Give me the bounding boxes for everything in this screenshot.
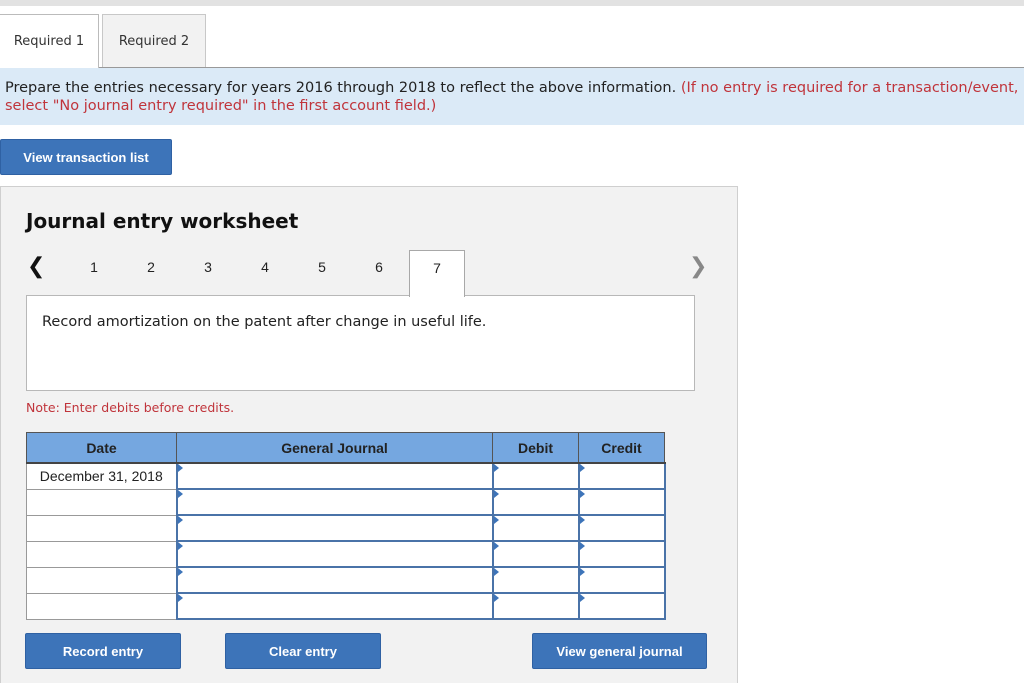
- step-6[interactable]: 6: [369, 259, 389, 275]
- input-marker-icon: [579, 516, 585, 524]
- credit-field[interactable]: [577, 514, 666, 542]
- journal-table: Date General Journal Debit Credit Decemb…: [26, 432, 666, 620]
- date-cell[interactable]: [26, 488, 177, 516]
- dropdown-marker-icon: [177, 490, 183, 498]
- instructions-banner: Prepare the entries necessary for years …: [0, 68, 1024, 125]
- header-debit: Debit: [492, 432, 579, 464]
- header-general-journal: General Journal: [176, 432, 493, 464]
- table-row: [26, 566, 666, 594]
- date-cell[interactable]: [26, 592, 177, 620]
- step-3[interactable]: 3: [198, 259, 218, 275]
- debit-field[interactable]: [491, 514, 580, 542]
- input-marker-icon: [493, 594, 499, 602]
- account-field[interactable]: [175, 566, 494, 594]
- step-4[interactable]: 4: [255, 259, 275, 275]
- tab-required-1[interactable]: Required 1: [0, 14, 99, 68]
- step-description: Record amortization on the patent after …: [26, 295, 695, 391]
- header-date: Date: [26, 432, 177, 464]
- step-7-active[interactable]: 7: [409, 250, 465, 297]
- previous-step-chevron-icon[interactable]: ❮: [27, 254, 45, 279]
- input-marker-icon: [493, 516, 499, 524]
- clear-entry-button[interactable]: Clear entry: [225, 633, 381, 669]
- dropdown-marker-icon: [177, 542, 183, 550]
- date-cell[interactable]: December 31, 2018: [26, 462, 177, 490]
- dropdown-marker-icon: [177, 516, 183, 524]
- account-field[interactable]: [175, 592, 494, 620]
- credit-field[interactable]: [577, 488, 666, 516]
- input-marker-icon: [579, 594, 585, 602]
- step-2[interactable]: 2: [141, 259, 161, 275]
- table-row: December 31, 2018: [26, 462, 666, 490]
- input-marker-icon: [579, 464, 585, 472]
- worksheet-title: Journal entry worksheet: [26, 209, 299, 233]
- next-step-chevron-icon[interactable]: ❯: [689, 254, 707, 279]
- debit-field[interactable]: [491, 488, 580, 516]
- top-bar: [0, 0, 1024, 6]
- input-marker-icon: [493, 490, 499, 498]
- header-credit: Credit: [578, 432, 665, 464]
- step-1[interactable]: 1: [84, 259, 104, 275]
- date-cell[interactable]: [26, 566, 177, 594]
- account-field[interactable]: [175, 540, 494, 568]
- debits-credits-note: Note: Enter debits before credits.: [26, 400, 235, 415]
- table-row: [26, 514, 666, 542]
- credit-field[interactable]: [577, 462, 666, 490]
- account-field[interactable]: [175, 462, 494, 490]
- instructions-text: Prepare the entries necessary for years …: [5, 80, 677, 96]
- input-marker-icon: [493, 568, 499, 576]
- debit-field[interactable]: [491, 462, 580, 490]
- table-row: [26, 592, 666, 620]
- dropdown-marker-icon: [177, 594, 183, 602]
- credit-field[interactable]: [577, 540, 666, 568]
- journal-table-header: Date General Journal Debit Credit: [26, 432, 665, 464]
- account-field[interactable]: [175, 488, 494, 516]
- step-5[interactable]: 5: [312, 259, 332, 275]
- record-entry-button[interactable]: Record entry: [25, 633, 181, 669]
- debit-field[interactable]: [491, 592, 580, 620]
- tab-required-2[interactable]: Required 2: [102, 14, 206, 67]
- input-marker-icon: [579, 490, 585, 498]
- journal-entry-worksheet-panel: Journal entry worksheet ❮ 1 2 3 4 5 6 7 …: [0, 186, 738, 683]
- view-transaction-list-button[interactable]: View transaction list: [0, 139, 172, 175]
- date-cell[interactable]: [26, 514, 177, 542]
- account-field[interactable]: [175, 514, 494, 542]
- date-cell[interactable]: [26, 540, 177, 568]
- view-general-journal-button[interactable]: View general journal: [532, 633, 707, 669]
- credit-field[interactable]: [577, 592, 666, 620]
- credit-field[interactable]: [577, 566, 666, 594]
- step-description-text: Record amortization on the patent after …: [42, 314, 487, 330]
- input-marker-icon: [579, 568, 585, 576]
- debit-field[interactable]: [491, 540, 580, 568]
- dropdown-marker-icon: [177, 568, 183, 576]
- debit-field[interactable]: [491, 566, 580, 594]
- input-marker-icon: [579, 542, 585, 550]
- table-row: [26, 488, 666, 516]
- table-row: [26, 540, 666, 568]
- input-marker-icon: [493, 464, 499, 472]
- dropdown-marker-icon: [177, 464, 183, 472]
- input-marker-icon: [493, 542, 499, 550]
